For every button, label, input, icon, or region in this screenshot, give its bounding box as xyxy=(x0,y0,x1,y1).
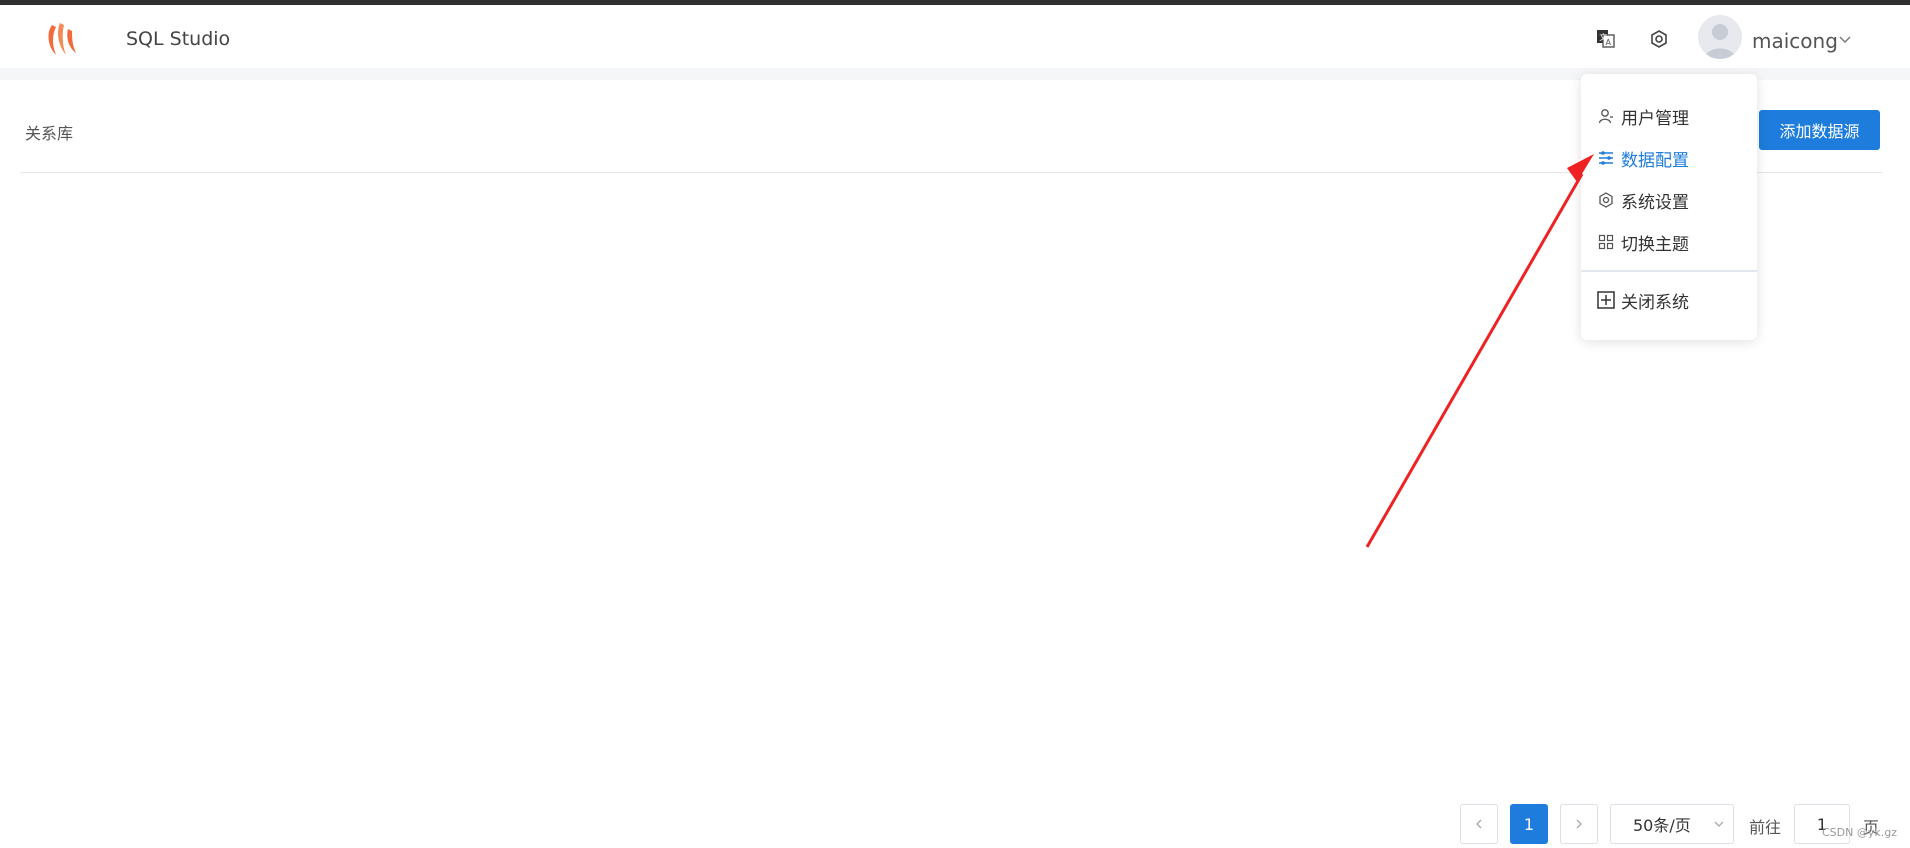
page-size-value: 50条/页 xyxy=(1633,816,1691,835)
chevron-left-icon xyxy=(1476,819,1482,829)
page-number-current[interactable]: 1 xyxy=(1510,804,1548,844)
add-datasource-button[interactable]: 添加数据源 xyxy=(1759,110,1880,150)
gear-icon xyxy=(1597,191,1615,209)
menu-item-switch-theme[interactable]: 切换主题 xyxy=(1597,228,1689,256)
plus-square-icon xyxy=(1597,291,1615,309)
app-header: SQL Studio 文 A maicong xyxy=(0,5,1910,68)
menu-item-system-settings[interactable]: 系统设置 xyxy=(1597,186,1689,214)
next-page-button[interactable] xyxy=(1560,804,1598,844)
menu-item-user-management[interactable]: 用户管理 xyxy=(1597,102,1689,130)
menu-item-label: 数据配置 xyxy=(1621,150,1689,171)
menu-item-label: 切换主题 xyxy=(1621,234,1689,255)
page-size-select[interactable]: 50条/页 xyxy=(1610,804,1734,844)
chevron-down-icon[interactable] xyxy=(1838,33,1852,47)
goto-label: 前往 xyxy=(1749,818,1782,837)
username[interactable]: maicong xyxy=(1752,29,1838,53)
menu-item-label: 用户管理 xyxy=(1621,108,1689,129)
gear-icon[interactable] xyxy=(1647,27,1671,51)
section-title: 关系库 xyxy=(25,124,74,143)
grid-icon xyxy=(1597,233,1615,251)
menu-item-close-system[interactable]: 关闭系统 xyxy=(1597,286,1689,314)
prev-page-button[interactable] xyxy=(1460,804,1498,844)
menu-item-data-config[interactable]: 数据配置 xyxy=(1597,144,1689,172)
translate-icon[interactable]: 文 A xyxy=(1594,27,1618,51)
app-logo[interactable] xyxy=(44,19,80,59)
menu-item-label: 系统设置 xyxy=(1621,192,1689,213)
sliders-icon xyxy=(1597,149,1615,167)
avatar[interactable] xyxy=(1698,15,1742,59)
app-title: SQL Studio xyxy=(126,28,231,50)
menu-divider xyxy=(1581,270,1757,272)
menu-item-label: 关闭系统 xyxy=(1621,292,1689,313)
user-icon xyxy=(1597,107,1615,125)
chevron-right-icon xyxy=(1576,819,1582,829)
watermark: CSDN @yk.gz xyxy=(1822,826,1897,839)
chevron-down-icon xyxy=(1714,821,1724,827)
user-dropdown-menu: 用户管理 数据配置 系统设置 切换主题 关闭系统 xyxy=(1581,74,1757,340)
svg-text:A: A xyxy=(1606,38,1612,47)
